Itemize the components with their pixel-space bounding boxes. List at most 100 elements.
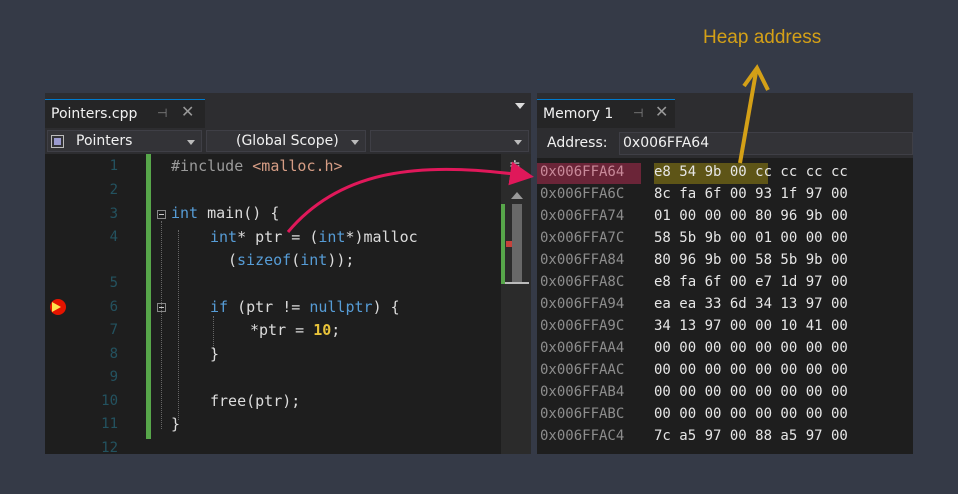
memory-address: 0x006FFA64 — [540, 164, 625, 180]
preprocessor-directive: #include — [171, 157, 244, 175]
memory-address: 0x006FFA94 — [540, 296, 625, 312]
memory-bytes: 7c a5 97 00 88 a5 97 00 — [654, 428, 848, 444]
code-line-10: free(ptr); — [210, 392, 301, 410]
code-text: (ptr != — [228, 298, 310, 316]
address-input[interactable]: 0x006FFA64 — [619, 132, 913, 155]
line-number: 4 — [109, 229, 118, 245]
tab-memory-1[interactable]: Memory 1 ⊣ ✕ — [537, 99, 675, 128]
pin-icon[interactable]: ⊣ — [157, 106, 167, 120]
line-number: 1 — [109, 158, 118, 174]
line-number: 10 — [101, 393, 118, 409]
line-number: 6 — [109, 299, 118, 315]
line-number: 9 — [109, 369, 118, 385]
tab-title: Memory 1 — [543, 106, 614, 122]
scope-label: (Global Scope) — [236, 133, 339, 149]
memory-address-bar: Address: 0x006FFA64 — [537, 128, 913, 158]
tab-list-dropdown-icon[interactable] — [515, 103, 525, 109]
project-dropdown[interactable]: Pointers — [47, 130, 202, 152]
close-icon[interactable]: ✕ — [655, 102, 668, 121]
memory-address: 0x006FFAAC — [540, 362, 625, 378]
memory-address: 0x006FFA6C — [540, 186, 625, 202]
memory-bytes: 80 96 9b 00 58 5b 9b 00 — [654, 252, 848, 268]
code-text: *)malloc — [345, 228, 418, 246]
keyword: sizeof — [237, 251, 292, 269]
memory-bytes: 8c fa 6f 00 93 1f 97 00 — [654, 186, 848, 202]
memory-bytes-rest: cc cc cc cc — [746, 164, 848, 180]
number-literal: 10 — [313, 321, 332, 339]
memory-address: 0x006FFA9C — [540, 318, 625, 334]
pin-icon[interactable]: ⊣ — [633, 106, 643, 120]
code-line-4: int* ptr = (int*)malloc — [210, 228, 418, 246]
memory-address: 0x006FFAB4 — [540, 384, 625, 400]
change-marker — [501, 204, 505, 284]
memory-address: 0x006FFA74 — [540, 208, 625, 224]
indicator-margin[interactable] — [45, 154, 70, 454]
heap-address-arrow-head — [742, 64, 770, 91]
code-line-11: } — [171, 415, 181, 433]
code-text: *ptr = — [250, 321, 314, 339]
indent-guide — [178, 230, 179, 420]
memory-bytes: e8 54 9b 00 cc cc cc cc — [654, 164, 848, 180]
tab-pointers-cpp[interactable]: Pointers.cpp ⊣ ✕ — [45, 99, 205, 128]
breakpoint-marker — [506, 241, 512, 247]
caret-position-marker — [505, 282, 529, 284]
include-header: <malloc.h> — [252, 157, 343, 175]
tab-title: Pointers.cpp — [51, 106, 138, 122]
keyword: nullptr — [309, 298, 373, 316]
memory-address: 0x006FFAA4 — [540, 340, 625, 356]
collapse-icon[interactable] — [157, 210, 166, 219]
line-number: 12 — [101, 440, 118, 454]
keyword: if — [210, 298, 229, 316]
keyword: int — [318, 228, 346, 246]
line-number: 8 — [109, 346, 118, 362]
line-number: 7 — [109, 322, 118, 338]
memory-bytes: 00 00 00 00 00 00 00 00 — [654, 406, 848, 422]
breakpoint-current-statement-icon[interactable] — [50, 299, 66, 315]
line-number-gutter: 1 2 3 4 5 6 7 8 9 10 11 12 — [70, 154, 140, 454]
scope-dropdown[interactable]: (Global Scope) — [206, 130, 366, 152]
code-text: ) { — [372, 298, 400, 316]
memory-address: 0x006FFAC4 — [540, 428, 625, 444]
memory-tab-strip: Memory 1 ⊣ ✕ — [537, 93, 913, 128]
code-line-7: *ptr = 10; — [250, 321, 340, 339]
memory-address: 0x006FFA8C — [540, 274, 625, 290]
member-dropdown[interactable] — [370, 130, 529, 152]
memory-bytes: 58 5b 9b 00 01 00 00 00 — [654, 230, 848, 246]
scroll-up-icon[interactable] — [511, 192, 523, 199]
vertical-scrollbar[interactable]: ≑ — [501, 154, 531, 454]
code-text: ; — [331, 321, 341, 339]
split-window-icon[interactable]: ≑ — [509, 157, 521, 173]
close-icon[interactable]: ✕ — [181, 102, 194, 121]
code-text: main() { — [198, 204, 280, 222]
heap-address-annotation: Heap address — [703, 27, 822, 48]
class-icon — [51, 135, 64, 148]
line-number: 5 — [109, 275, 118, 291]
keyword: int — [171, 204, 199, 222]
memory-bytes: 01 00 00 00 80 96 9b 00 — [654, 208, 848, 224]
code-line-4-wrap: (sizeof(int)); — [228, 251, 354, 269]
navigation-bar: Pointers (Global Scope) — [45, 128, 531, 154]
keyword: int — [210, 228, 238, 246]
memory-bytes: 34 13 97 00 00 10 41 00 — [654, 318, 848, 334]
code-line-6: if (ptr != nullptr) { — [210, 298, 400, 316]
memory-row-highlighted[interactable]: 0x006FFA64 e8 54 9b 00 cc cc cc cc — [537, 163, 848, 185]
memory-address: 0x006FFABC — [540, 406, 625, 422]
memory-bytes: 00 00 00 00 00 00 00 00 — [654, 362, 848, 378]
memory-window: Memory 1 ⊣ ✕ Address: 0x006FFA64 0x006FF… — [537, 93, 913, 454]
memory-bytes: ea ea 33 6d 34 13 97 00 — [654, 296, 848, 312]
scrollbar-thumb[interactable] — [512, 204, 522, 284]
current-statement-arrow-icon — [52, 302, 61, 312]
memory-bytes: e8 fa 6f 00 e7 1d 97 00 — [654, 274, 848, 290]
code-editor: Pointers.cpp ⊣ ✕ Pointers (Global Scope)… — [45, 93, 531, 454]
heap-address-bytes: e8 54 9b 00 — [654, 164, 747, 180]
change-tracking-bar — [146, 154, 151, 439]
memory-bytes: 00 00 00 00 00 00 00 00 — [654, 340, 848, 356]
memory-bytes: 00 00 00 00 00 00 00 00 — [654, 384, 848, 400]
code-area[interactable]: 1 2 3 4 5 6 7 8 9 10 11 12 #include <mal… — [45, 154, 531, 454]
line-number: 2 — [109, 182, 118, 198]
line-number: 3 — [109, 206, 118, 222]
keyword: int — [300, 251, 328, 269]
code-line-3: int main() { — [171, 204, 279, 222]
code-line-1: #include <malloc.h> — [171, 157, 343, 175]
chevron-down-icon — [351, 140, 359, 145]
